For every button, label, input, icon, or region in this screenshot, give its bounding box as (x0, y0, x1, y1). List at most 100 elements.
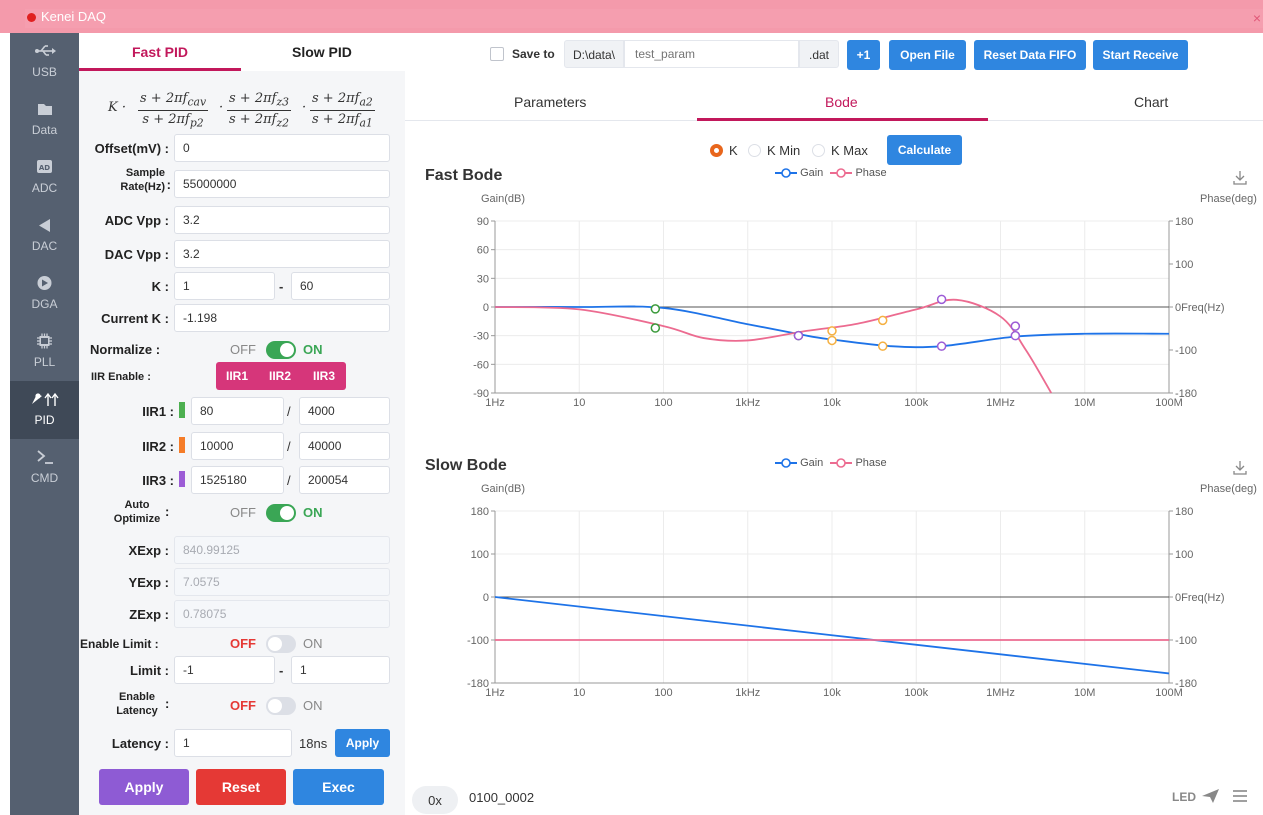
normalize-label: Normalize : (90, 342, 161, 357)
slow-bode-title: Slow Bode (425, 457, 507, 474)
iir1-a-input[interactable]: 80 (191, 397, 284, 425)
latency-input[interactable]: 1 (174, 729, 292, 757)
x-tick-label: 100k (904, 687, 928, 699)
formula-prefix: K · (108, 100, 126, 115)
sidebar-item-usb[interactable]: USB (10, 33, 79, 91)
y-right-tick-label: 0Freq(Hz) (1175, 302, 1225, 314)
iir3-b-input[interactable]: 200054 (299, 466, 390, 494)
exec-button[interactable]: Exec (293, 769, 384, 805)
limit-min-input[interactable]: -1 (174, 656, 275, 684)
k-max-input[interactable]: 60 (291, 272, 390, 300)
sidebar-item-data[interactable]: Data (10, 91, 79, 149)
k-radio[interactable] (710, 144, 723, 157)
close-icon[interactable]: × (1253, 10, 1261, 26)
enable-limit-off-label: OFF (230, 636, 256, 651)
legend-gain-label: Gain (800, 457, 824, 469)
open-file-button[interactable]: Open File (889, 40, 966, 70)
enable-latency-on-label: ON (303, 698, 323, 713)
formula-fraction: s + 2πfz3 s + 2πfz2 (227, 91, 292, 130)
iir1-label: IIR1 : (142, 404, 174, 419)
sample-rate-input[interactable]: 55000000 (174, 170, 390, 198)
sidebar-item-pll[interactable]: PLL (10, 323, 79, 381)
y-right-tick-label: 100 (1175, 549, 1193, 561)
y-left-tick-label: 0 (483, 302, 489, 314)
sidebar-item-cmd[interactable]: CMD (10, 439, 79, 497)
k-range-separator: - (279, 279, 284, 294)
dac-vpp-input[interactable]: 3.2 (174, 240, 390, 268)
tab-parameters[interactable]: Parameters (514, 94, 586, 110)
enable-latency-toggle[interactable] (266, 697, 296, 715)
legend-phase-label: Phase (855, 457, 887, 469)
iir-marker-point (1010, 330, 1021, 341)
offset-input[interactable]: 0 (174, 134, 390, 162)
active-tab-underline (79, 68, 241, 71)
sidebar-item-pid[interactable]: PID (10, 381, 79, 439)
calculate-button[interactable]: Calculate (887, 135, 962, 165)
menu-icon[interactable] (1231, 788, 1249, 804)
sidebar-item-dac[interactable]: DAC (10, 207, 79, 265)
adc-vpp-input[interactable]: 3.2 (174, 206, 390, 234)
latency-apply-button[interactable]: Apply (335, 729, 390, 757)
chip-icon (37, 333, 52, 349)
sidebar-item-adc[interactable]: AD ADC (10, 149, 79, 207)
y-left-tick-label: 60 (477, 245, 489, 257)
auto-optimize-colon: : (165, 504, 170, 519)
slow-bode-download-icon[interactable] (1232, 460, 1248, 476)
enable-limit-toggle[interactable] (266, 635, 296, 653)
save-to-checkbox[interactable] (490, 47, 504, 61)
sidebar-item-label: Data (31, 123, 58, 137)
current-k-input[interactable]: -1.198 (174, 304, 390, 332)
auto-optimize-label: Auto Optimize (113, 499, 161, 525)
iir1-color-swatch (179, 402, 185, 418)
y-right-tick-label: 0Freq(Hz) (1175, 592, 1225, 604)
tab-fast-pid[interactable]: Fast PID (132, 44, 188, 60)
hex-prefix-button[interactable]: 0x (412, 786, 458, 814)
iir2-separator: / (287, 439, 291, 454)
reset-data-fifo-button[interactable]: Reset Data FIFO (974, 40, 1086, 70)
tab-slow-pid[interactable]: Slow PID (292, 44, 352, 60)
filename-input[interactable] (624, 40, 799, 68)
apply-button[interactable]: Apply (99, 769, 189, 805)
y-left-tick-label: -100 (467, 635, 489, 647)
y-right-tick-label: -180 (1175, 678, 1197, 690)
increment-button[interactable]: +1 (847, 40, 880, 70)
auto-optimize-toggle[interactable] (266, 504, 296, 522)
send-icon[interactable] (1201, 787, 1221, 805)
iir1-b-input[interactable]: 4000 (299, 397, 390, 425)
iir2-a-input[interactable]: 10000 (191, 432, 284, 460)
k-max-radio[interactable] (812, 144, 825, 157)
iir3-enable-button[interactable]: IIR3 (302, 362, 346, 390)
enable-latency-label: Enable Latency (116, 691, 158, 717)
sidebar-item-dga[interactable]: DGA (10, 265, 79, 323)
tab-bode[interactable]: Bode (825, 94, 858, 110)
fast-bode-chart: 1Hz 10 100 1kHz 10k 100k 1MHz 10M 100M9060300-30… (473, 216, 1225, 409)
fast-bode-download-icon[interactable] (1232, 170, 1248, 186)
sidebar-item-label: DAC (31, 239, 58, 253)
sidebar-nav: USB Data AD ADC DAC DGA PLL PID CMD (10, 33, 79, 815)
sidebar-item-label: PLL (33, 355, 56, 369)
pid-icon (32, 392, 59, 406)
y-left-tick-label: -60 (473, 359, 489, 371)
phase-legend-marker (830, 168, 853, 178)
fast-bode-legend: Gain Phase (775, 167, 887, 179)
formula-fraction: s + 2πfa2 s + 2πfa1 (310, 91, 375, 130)
k-min-input[interactable]: 1 (174, 272, 275, 300)
window-title: Kenei DAQ (41, 9, 107, 24)
zexp-label: ZExp : (129, 607, 169, 622)
fast-bode-title: Fast Bode (425, 167, 503, 184)
iir3-a-input[interactable]: 1525180 (191, 466, 284, 494)
iir2-b-input[interactable]: 40000 (299, 432, 390, 460)
y-left-tick-label: 180 (471, 506, 489, 518)
reset-button[interactable]: Reset (196, 769, 286, 805)
iir1-enable-button[interactable]: IIR1 (216, 362, 258, 390)
auto-optimize-on-label: ON (303, 505, 323, 520)
k-min-radio[interactable] (748, 144, 761, 157)
iir2-enable-button[interactable]: IIR2 (258, 362, 302, 390)
save-to-label: Save to (512, 47, 555, 61)
limit-max-input[interactable]: 1 (291, 656, 390, 684)
tab-chart[interactable]: Chart (1134, 94, 1168, 110)
start-receive-button[interactable]: Start Receive (1093, 40, 1188, 70)
play-circle-icon (37, 276, 52, 290)
normalize-toggle[interactable] (266, 341, 296, 359)
yexp-label: YExp : (128, 575, 169, 590)
